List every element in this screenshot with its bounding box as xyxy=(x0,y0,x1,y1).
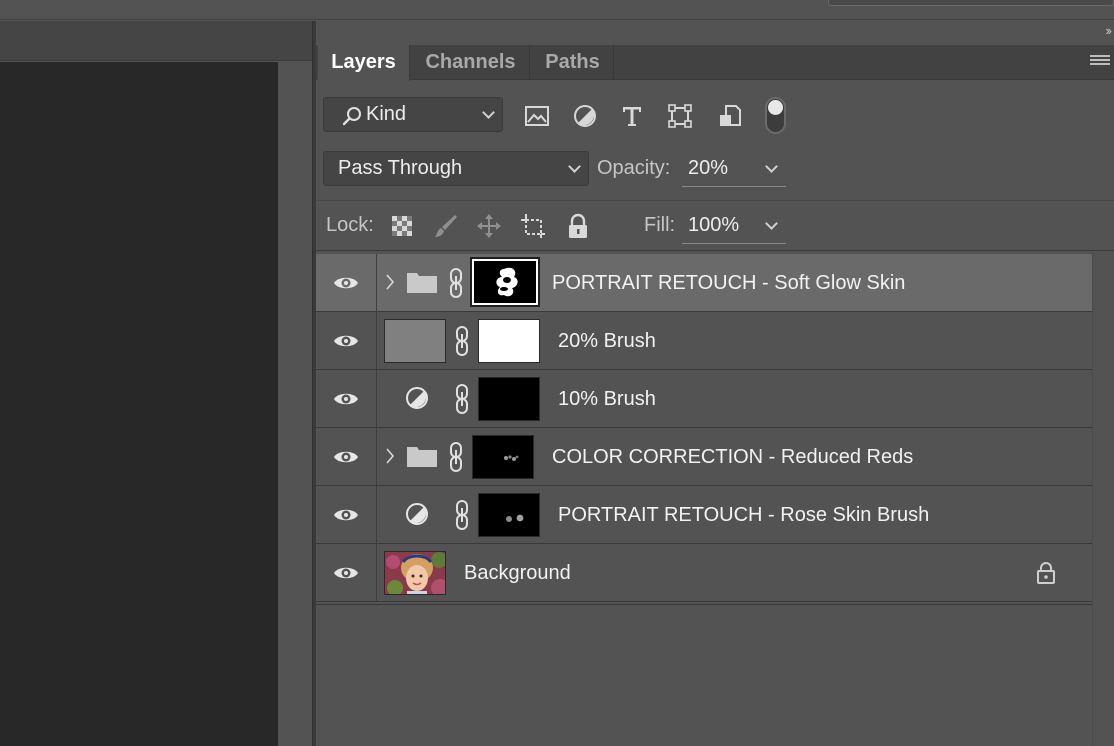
visibility-cell[interactable] xyxy=(316,312,377,369)
type-filter-icon[interactable] xyxy=(619,103,645,129)
adjustment-layer-icon[interactable] xyxy=(405,386,429,410)
eye-icon[interactable] xyxy=(333,506,359,524)
chevron-down-icon xyxy=(568,160,581,173)
application-top-bar xyxy=(0,0,1114,20)
layer-row-background[interactable]: Background xyxy=(316,544,1092,602)
toggle-knob xyxy=(768,100,783,115)
document-canvas[interactable] xyxy=(0,62,278,746)
panel-tab-bar: Layers Channels Paths xyxy=(316,45,1114,81)
mask-thumbnail[interactable] xyxy=(478,377,540,421)
folder-icon xyxy=(407,273,437,293)
smart-object-filter-icon[interactable] xyxy=(717,103,743,129)
layer-name: PORTRAIT RETOUCH - Soft Glow Skin xyxy=(552,272,906,294)
lock-label: Lock: xyxy=(326,214,374,236)
canvas-gutter xyxy=(278,62,312,746)
image-filter-icon[interactable] xyxy=(524,103,550,129)
adjustment-filter-icon[interactable] xyxy=(572,103,598,129)
tab-channels[interactable]: Channels xyxy=(412,45,530,80)
opacity-value: 20% xyxy=(688,157,729,179)
layers-scrollbar[interactable] xyxy=(1092,254,1114,746)
layer-name: 10% Brush xyxy=(558,388,656,410)
double-chevron-right-icon[interactable]: ›› xyxy=(1105,23,1112,38)
blend-mode-value: Pass Through xyxy=(338,157,463,179)
fill-value: 100% xyxy=(688,214,740,236)
visibility-cell[interactable] xyxy=(316,254,377,311)
blend-mode-dropdown[interactable]: Pass Through xyxy=(323,151,589,186)
eye-icon[interactable] xyxy=(333,564,359,582)
document-header xyxy=(0,21,312,61)
panel-menu-icon[interactable] xyxy=(1090,55,1110,69)
lock-all-icon[interactable] xyxy=(566,213,590,239)
lock-position-icon[interactable] xyxy=(477,213,501,239)
layers-panel: ›› Layers Channels Paths Kind Pass Throu… xyxy=(316,21,1114,746)
mask-thumbnail[interactable] xyxy=(472,259,538,305)
layer-name: COLOR CORRECTION - Reduced Reds xyxy=(552,446,914,468)
chevron-down-icon[interactable] xyxy=(765,217,778,230)
link-icon[interactable] xyxy=(453,383,471,415)
layer-row-20-brush[interactable]: 20% Brush xyxy=(316,312,1092,370)
tab-paths[interactable]: Paths xyxy=(532,45,614,80)
tab-layers[interactable]: Layers xyxy=(318,45,410,81)
link-icon[interactable] xyxy=(447,267,465,299)
link-icon[interactable] xyxy=(453,499,471,531)
visibility-cell[interactable] xyxy=(316,428,377,485)
opacity-label: Opacity: xyxy=(597,157,671,179)
fill-field[interactable]: 100% xyxy=(682,209,786,244)
mask-thumbnail[interactable] xyxy=(478,319,540,363)
filter-kind-label: Kind xyxy=(366,103,407,125)
background-photo-thumbnail[interactable] xyxy=(384,551,446,595)
chevron-down-icon xyxy=(482,106,495,119)
portrait-photo-icon xyxy=(385,552,445,594)
filter-kind-dropdown[interactable]: Kind xyxy=(323,97,503,132)
opacity-field[interactable]: 20% xyxy=(682,152,786,187)
visibility-cell[interactable] xyxy=(316,544,377,601)
link-icon[interactable] xyxy=(447,441,465,473)
mask-shape-icon xyxy=(496,267,518,297)
mask-thumbnail[interactable] xyxy=(478,493,540,537)
lock-image-pixels-icon[interactable] xyxy=(434,213,458,239)
eye-icon[interactable] xyxy=(333,332,359,350)
eye-icon[interactable] xyxy=(333,390,359,408)
shape-filter-icon[interactable] xyxy=(667,103,693,129)
eye-icon[interactable] xyxy=(333,274,359,292)
layer-name: Background xyxy=(464,562,571,584)
visibility-cell[interactable] xyxy=(316,486,377,543)
lock-icon[interactable] xyxy=(1036,561,1056,585)
layer-name: PORTRAIT RETOUCH - Rose Skin Brush xyxy=(558,504,930,526)
lock-transparent-pixels-icon[interactable] xyxy=(390,213,414,239)
chevron-right-icon[interactable] xyxy=(385,447,395,465)
mask-shape-icon xyxy=(504,455,519,461)
layer-thumbnail[interactable] xyxy=(384,319,446,363)
link-icon[interactable] xyxy=(453,325,471,357)
eye-icon[interactable] xyxy=(333,448,359,466)
fill-label: Fill: xyxy=(644,214,676,236)
chevron-right-icon[interactable] xyxy=(385,273,395,291)
mask-thumbnail[interactable] xyxy=(472,435,534,479)
lock-artboard-icon[interactable] xyxy=(521,213,545,239)
layers-list-empty-area xyxy=(316,604,1092,746)
top-bar-control[interactable] xyxy=(828,0,1114,6)
folder-icon xyxy=(407,447,437,467)
search-icon xyxy=(342,107,361,126)
layer-row-rose-skin-brush[interactable]: PORTRAIT RETOUCH - Rose Skin Brush xyxy=(316,486,1092,544)
layer-row-soft-glow-skin[interactable]: PORTRAIT RETOUCH - Soft Glow Skin xyxy=(316,254,1092,312)
layer-name: 20% Brush xyxy=(558,330,656,352)
adjustment-layer-icon[interactable] xyxy=(405,502,429,526)
filter-toggle-switch[interactable] xyxy=(765,97,786,134)
mask-shape-icon xyxy=(506,514,524,522)
lock-row: Lock: Fill: 100% xyxy=(316,200,1114,251)
visibility-cell[interactable] xyxy=(316,370,377,427)
chevron-down-icon[interactable] xyxy=(765,160,778,173)
layer-row-10-brush[interactable]: 10% Brush xyxy=(316,370,1092,428)
layer-row-reduced-reds[interactable]: COLOR CORRECTION - Reduced Reds xyxy=(316,428,1092,486)
